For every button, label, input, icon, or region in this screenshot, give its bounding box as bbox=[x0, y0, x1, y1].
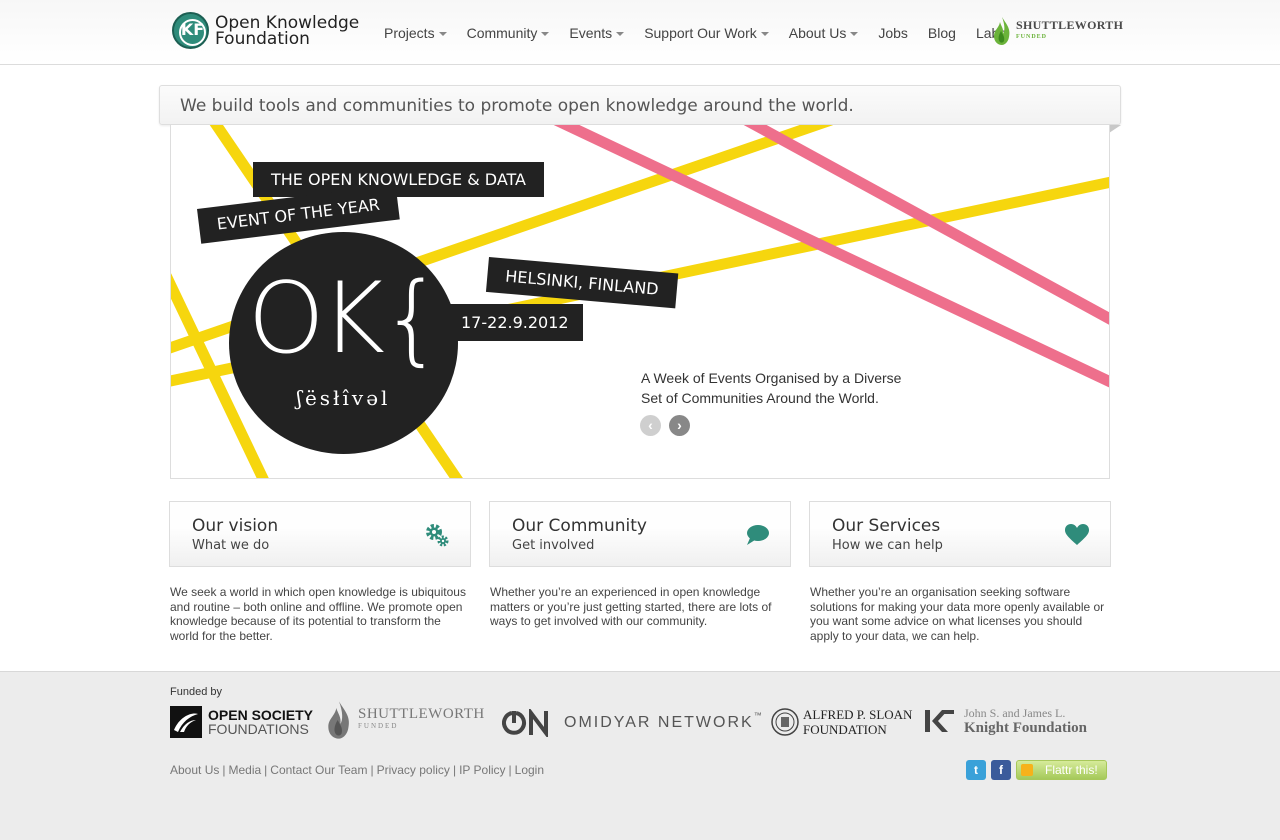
main-nav: Projects Community Events Support Our Wo… bbox=[384, 25, 1026, 41]
okfestival-subtitle: ʃësłîvəl bbox=[296, 386, 391, 410]
funder-shuttleworth[interactable]: SHUTTLEWORTH FUNDED bbox=[324, 700, 485, 740]
flame-icon bbox=[328, 701, 349, 739]
funder-line: ALFRED P. SLOAN bbox=[803, 707, 913, 722]
facebook-icon[interactable]: f bbox=[991, 760, 1011, 780]
funder-line: OMIDYAR NETWORK bbox=[564, 714, 754, 731]
nav-about-us[interactable]: About Us bbox=[789, 25, 859, 41]
shuttleworth-label: SHUTTLEWORTH FUNDED bbox=[1016, 18, 1124, 40]
footer-link-ip-policy[interactable]: IP Policy bbox=[459, 763, 505, 777]
tagline: We build tools and communities to promot… bbox=[159, 85, 1121, 125]
nav-jobs[interactable]: Jobs bbox=[878, 25, 908, 41]
sloan-seal-icon bbox=[771, 708, 799, 736]
nav-support-our-work[interactable]: Support Our Work bbox=[644, 25, 769, 41]
funder-line: Knight Foundation bbox=[964, 720, 1087, 736]
funder-omidyar-network[interactable]: OMIDYAR NETWORK ™ bbox=[502, 709, 762, 737]
box-subtitle: How we can help bbox=[832, 538, 943, 553]
okfestival-wordmark: OK{ bbox=[247, 262, 444, 376]
caret-down-icon bbox=[850, 32, 859, 37]
okfestival-logo: OK{ ʃësłîvəl bbox=[229, 232, 458, 454]
flattr-button[interactable]: Flattr this! bbox=[1016, 760, 1107, 780]
box-title: Our vision bbox=[192, 516, 279, 536]
caret-down-icon bbox=[760, 32, 769, 37]
flattr-label: Flattr this! bbox=[1045, 763, 1098, 777]
caret-down-icon bbox=[541, 32, 550, 37]
gears-icon bbox=[426, 524, 449, 547]
site-logo[interactable]: KF Open Knowledge Foundation bbox=[172, 12, 359, 49]
knight-foundation-logo-icon bbox=[925, 710, 954, 732]
box-our-vision[interactable]: Our vision What we do bbox=[169, 501, 471, 567]
slider-prev-button[interactable]: ‹ bbox=[640, 415, 661, 436]
nav-blog[interactable]: Blog bbox=[928, 25, 956, 41]
footer-link-contact[interactable]: Contact Our Team bbox=[270, 763, 367, 777]
site-header: KF Open Knowledge Foundation Projects Co… bbox=[0, 0, 1280, 65]
funder-line: ™ bbox=[753, 711, 762, 720]
speech-bubble-icon bbox=[747, 525, 769, 545]
logo-text: Open Knowledge Foundation bbox=[215, 12, 360, 49]
services-text: Whether you’re an organisation seeking s… bbox=[810, 585, 1105, 643]
nav-community[interactable]: Community bbox=[467, 25, 550, 41]
funder-open-society[interactable]: OPEN SOCIETY FOUNDATIONS bbox=[170, 706, 313, 738]
caret-down-icon bbox=[616, 32, 625, 37]
footer-link-login[interactable]: Login bbox=[515, 763, 544, 777]
footer-link-media[interactable]: Media bbox=[228, 763, 261, 777]
community-text: Whether you’re an experienced in open kn… bbox=[490, 585, 772, 628]
funder-line: SHUTTLEWORTH bbox=[358, 706, 485, 722]
heart-icon bbox=[1065, 524, 1089, 545]
box-our-community[interactable]: Our Community Get involved bbox=[489, 501, 791, 567]
funder-line: FOUNDATIONS bbox=[208, 721, 309, 737]
funded-by-label: Funded by bbox=[170, 686, 222, 698]
slider-next-button[interactable]: › bbox=[669, 415, 690, 436]
caret-down-icon bbox=[438, 32, 447, 37]
funder-knight-foundation[interactable]: John S. and James L. Knight Foundation bbox=[924, 706, 1087, 736]
box-subtitle: What we do bbox=[192, 538, 270, 553]
open-society-logo-icon bbox=[170, 706, 202, 738]
footer-links: About Us | Media | Contact Our Team | Privacy … bbox=[170, 763, 545, 777]
footer-link-about-us[interactable]: About Us bbox=[170, 763, 219, 777]
flattr-icon bbox=[1021, 764, 1033, 776]
flame-icon bbox=[994, 17, 1010, 45]
twitter-icon[interactable]: t bbox=[966, 760, 986, 780]
slide-badge-dates: 17-22.9.2012 bbox=[447, 304, 583, 341]
box-title: Our Community bbox=[512, 516, 647, 536]
box-our-services[interactable]: Our Services How we can help bbox=[809, 501, 1111, 567]
funder-sloan-foundation[interactable]: ALFRED P. SLOAN FOUNDATION bbox=[771, 707, 912, 737]
omidyar-on-logo-icon bbox=[502, 709, 548, 737]
tagline-fold bbox=[1109, 125, 1121, 133]
slide-caption: A Week of Events Organised by a Diverse … bbox=[641, 370, 902, 406]
box-title: Our Services bbox=[832, 516, 941, 536]
vision-text: We seek a world in which open knowledge … bbox=[170, 585, 466, 643]
hero-slider: THE OPEN KNOWLEDGE & DATA EVENT OF THE Y… bbox=[170, 124, 1110, 479]
slide-badge-title: THE OPEN KNOWLEDGE & DATA bbox=[253, 162, 544, 197]
funder-line: OPEN SOCIETY bbox=[208, 707, 314, 723]
funder-line: FOUNDATION bbox=[803, 722, 887, 737]
box-subtitle: Get involved bbox=[512, 538, 595, 553]
shuttleworth-funded-badge[interactable]: SHUTTLEWORTH FUNDED bbox=[992, 16, 1123, 46]
nav-events[interactable]: Events bbox=[569, 25, 625, 41]
funder-line: John S. and James L. bbox=[964, 706, 1066, 720]
okf-logo-icon: KF bbox=[172, 12, 209, 49]
footer-link-privacy[interactable]: Privacy policy bbox=[377, 763, 450, 777]
nav-projects[interactable]: Projects bbox=[384, 25, 447, 41]
